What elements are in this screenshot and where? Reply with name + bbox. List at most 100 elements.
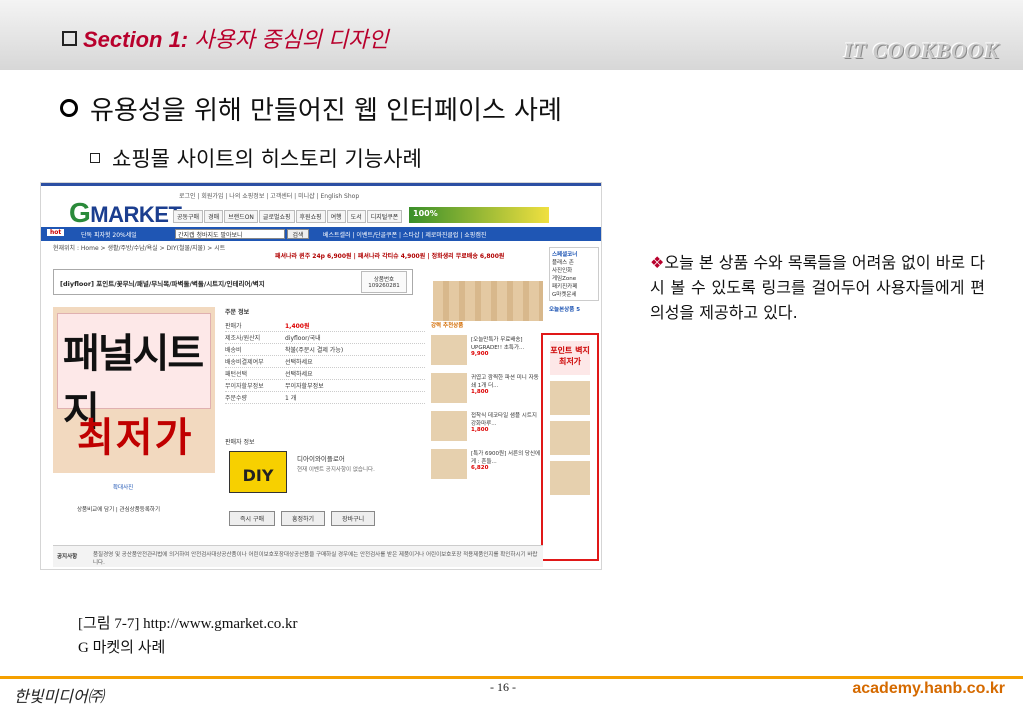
- info-key: 주문수량: [225, 395, 248, 402]
- product-number: 상품번호 109260281: [361, 271, 407, 293]
- recommend-item: [특가 6900원] 서른의 당신에게 : 흔들... 6,820: [431, 449, 541, 479]
- info-value: 1,400원: [285, 323, 310, 330]
- search-button: 검색: [287, 229, 309, 239]
- seller-note: 현재 이벤트 공지사항이 없습니다.: [297, 467, 375, 473]
- recommend-text: 접착식 데코타일 샘플 시트지 강화마루...: [471, 413, 537, 427]
- recommend-thumb: [431, 411, 467, 441]
- recommend-text: [특가 6900원] 서른의 당신에게 : 흔들...: [471, 451, 541, 465]
- special-corner: 스페셜코너 플래스 존 사진인화 게임Zone 패키진카페 G마켓운세: [549, 247, 599, 301]
- today-viewed-highlight: 포인트 벽지 최저가: [541, 333, 599, 561]
- info-key: 판매가: [225, 323, 242, 330]
- order-info: 주문 정보 판매가 1,400원 제조사/원산지 diyfloor/국내 배송비 착불…: [225, 307, 425, 404]
- info-row: 무이자할부정보 무이자할부정보: [225, 380, 425, 392]
- info-value: diyfloor/국내: [285, 335, 321, 342]
- caption-line1: [그림 7-7] http://www.gmarket.co.kr: [78, 616, 298, 632]
- section-title-text: 사용자 중심의 디자인: [194, 27, 389, 52]
- diamond-bullet-icon: ❖: [650, 253, 665, 272]
- info-row: 판매가 1,400원: [225, 320, 425, 332]
- nav-item: 브랜드ON: [224, 210, 258, 223]
- description-text: 오늘 본 상품 수와 목록들을 어려움 없이 바로 다시 볼 수 있도록 링크를…: [650, 253, 985, 322]
- nav-item: 도서: [346, 210, 366, 223]
- nav-item: 경매: [204, 210, 224, 223]
- info-row: 배송비 착불(주문시 결제 가능): [225, 344, 425, 356]
- recommend-banner-image: [433, 281, 543, 321]
- info-value: 선택하세요: [285, 359, 313, 366]
- figure-caption: [그림 7-7] http://www.gmarket.co.kr G 마켓의 …: [78, 612, 298, 660]
- info-value: 선택하세요: [285, 371, 313, 378]
- footer-publisher: 한빛미디어㈜: [14, 687, 104, 706]
- info-key: 배송비결제여부: [225, 359, 264, 366]
- today-viewed-item: [550, 421, 590, 455]
- section-label: Section 1:: [83, 27, 189, 52]
- top-bar: [41, 183, 601, 186]
- recommend-item: 귀엽고 깜찍한 파션 미니 자동쇄 1개 더... 1,800: [431, 373, 541, 403]
- notice-label: 공지사항: [57, 554, 78, 560]
- special-item: 게임Zone: [552, 276, 577, 282]
- circle-bullet-icon: [60, 99, 78, 117]
- info-key: 패턴선택: [225, 371, 248, 378]
- gmarket-screenshot: GMARKET 로그인 | 회원가입 | 나의 쇼핑정보 | 고객센터 | 미니…: [40, 182, 602, 570]
- today-viewed-item: [550, 381, 590, 415]
- info-row: 배송비결제여부 선택하세요: [225, 356, 425, 368]
- recommend-item: [오늘만특가 무료배송] UPGRADE!! 초특가... 9,900: [431, 335, 541, 365]
- special-item: 사진인화: [552, 268, 573, 274]
- nav-item: 여행: [326, 210, 346, 223]
- special-corner-head: 스페셜코너: [552, 252, 578, 258]
- heading-2-text: 쇼핑몰 사이트의 히스토리 기능사례: [112, 147, 422, 171]
- recommend-thumb: [431, 335, 467, 365]
- section-title: Section 1: 사용자 중심의 디자인: [62, 22, 389, 54]
- logo-text: MARKET: [90, 202, 182, 227]
- logo-g: G: [69, 197, 91, 228]
- today-viewed-item: 포인트 벽지 최저가: [550, 341, 590, 375]
- nav-item: 디지털쿠폰: [366, 210, 403, 223]
- heading-1: 유용성을 위해 만들어진 웹 인터페이스 사례: [60, 90, 562, 127]
- footer-url: academy.hanb.co.kr: [852, 680, 1005, 697]
- nav-menu: 공동구매 경매 브랜드ON 글로벌쇼핑 후원쇼핑 여행 도서 디지털쿠폰: [173, 210, 403, 223]
- negotiate-button: 흥정하기: [281, 511, 326, 526]
- order-info-head: 주문 정보: [225, 309, 250, 316]
- hot-badge: hot: [47, 229, 65, 236]
- info-key: 제조사/원산지: [225, 335, 261, 342]
- nav-item: 공동구매: [173, 210, 204, 223]
- special-item: G마켓운세: [552, 292, 577, 298]
- special-item: 플래스 존: [552, 260, 574, 266]
- buy-now-button: 즉시 구매: [229, 511, 275, 526]
- seller-info-head: 판매자 정보: [225, 439, 255, 446]
- nav-item: 후원쇼핑: [295, 210, 326, 223]
- recommend-text: 귀엽고 깜찍한 파션 미니 자동쇄 1개 더...: [471, 375, 539, 389]
- recommend-price: 6,820: [471, 465, 489, 471]
- notice-text: 품질경영 및 공산품안전관리법에 의거하여 안전검사대상공산품이나 어린이보호포…: [93, 552, 538, 566]
- seller-name: 디아이와이플로어: [297, 455, 345, 463]
- recommend-price: 1,800: [471, 389, 489, 395]
- recommend-list: 강력 추천상품 [오늘만특가 무료배송] UPGRADE!! 초특가... 9,9…: [431, 321, 541, 487]
- info-value: 1 개: [285, 395, 297, 402]
- info-row: 제조사/원산지 diyfloor/국내: [225, 332, 425, 344]
- info-key: 무이자할부정보: [225, 383, 264, 390]
- description: ❖오늘 본 상품 수와 목록들을 어려움 없이 바로 다시 볼 수 있도록 링크…: [650, 250, 985, 325]
- recommend-thumb: [431, 373, 467, 403]
- search-input: 간지캡 청바지도 팔아보니: [175, 229, 285, 239]
- hot-text: 단독 피자헛 20%세일: [81, 232, 137, 239]
- slide: Section 1: 사용자 중심의 디자인 IT COOKBOOK 유용성을 …: [0, 0, 1023, 708]
- zoom-link: 확대사진: [113, 485, 134, 491]
- recommend-head: 강력 추천상품: [431, 323, 464, 329]
- compare-buttons: 상품비교에 담기 | 관심상품등록하기: [77, 507, 160, 513]
- checkbox-bullet-icon: [62, 31, 77, 46]
- recommend-price: 9,900: [471, 351, 489, 357]
- product-number-label: 상품번호: [373, 277, 395, 283]
- recommend-price: 1,800: [471, 427, 489, 433]
- promo-strip: 패셔나라 퀸주 24p 6,900원 | 패셔나라 각티슈 4,900원 | 정…: [275, 253, 505, 260]
- footer-divider: [0, 676, 1023, 679]
- today-viewed-item: [550, 461, 590, 495]
- nav-item: 글로벌쇼핑: [258, 210, 295, 223]
- recommend-text: [오늘만특가 무료배송] UPGRADE!! 초특가...: [471, 337, 525, 351]
- top-links: 로그인 | 회원가입 | 나의 쇼핑정보 | 고객센터 | 미니샵 | Engl…: [179, 193, 360, 200]
- blue-links: 베스트셀러 | 이벤트/단골쿠폰 | 스타샵 | 제로마진클럽 | 쇼핑캠진: [323, 232, 487, 239]
- info-row: 패턴선택 선택하세요: [225, 368, 425, 380]
- caption-line2: G 마켓의 사례: [78, 640, 166, 656]
- heading-1-text: 유용성을 위해 만들어진 웹 인터페이스 사례: [90, 96, 562, 126]
- promo-banner: 100%: [409, 207, 549, 223]
- gmarket-logo: GMARKET: [69, 197, 182, 229]
- info-value: 착불(주문시 결제 가능): [285, 347, 344, 354]
- product-title: [diyfloor] 포인트/꽃무늬/패널/무늬목/파벽돌/벽돌/시트지/인테리…: [53, 269, 413, 295]
